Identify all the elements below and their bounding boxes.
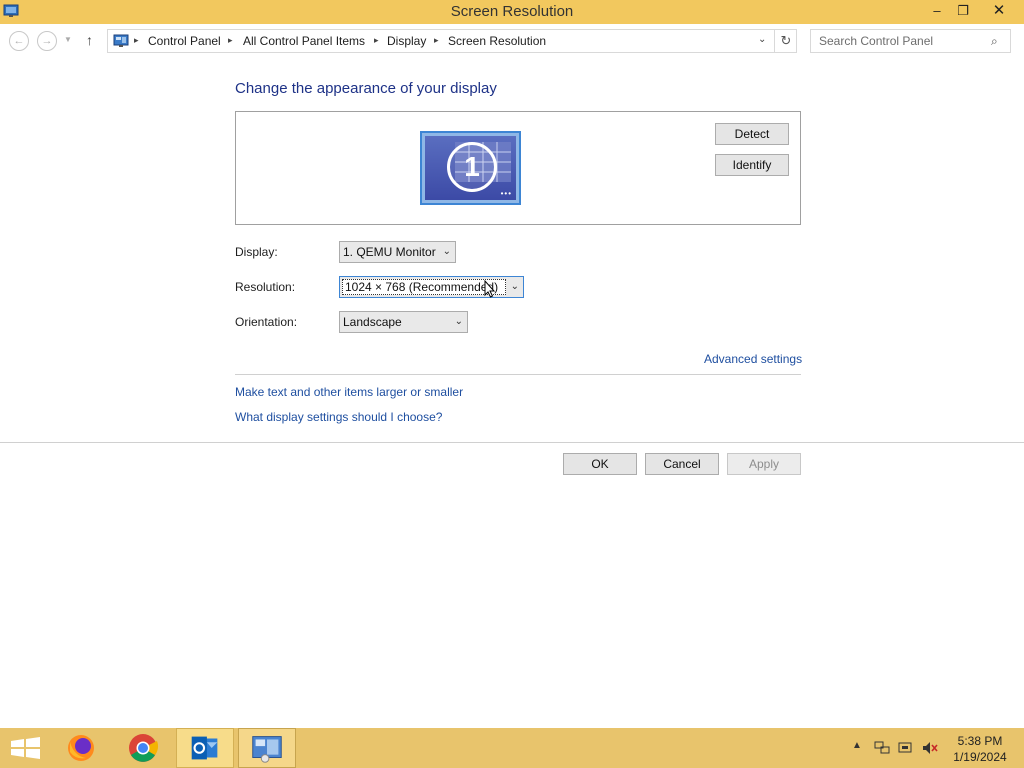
breadcrumb-separator: ▸ <box>228 35 233 45</box>
control-panel-taskbar-icon[interactable] <box>238 728 296 768</box>
resolution-select-value: 1024 × 768 (Recommended) <box>342 279 506 295</box>
breadcrumb-display[interactable]: Display <box>387 34 426 48</box>
system-clock[interactable]: 5:38 PM 1/19/2024 <box>950 733 1010 765</box>
page-title: Change the appearance of your display <box>235 80 497 97</box>
close-button[interactable]: ✕ <box>978 0 1020 22</box>
orientation-label: Orientation: <box>235 315 298 329</box>
up-button[interactable]: ↑ <box>86 32 93 48</box>
divider <box>0 442 1024 443</box>
display-settings-help-link[interactable]: What display settings should I choose? <box>235 410 442 424</box>
breadcrumb-separator: ▸ <box>134 35 139 45</box>
network-icon[interactable] <box>874 741 890 755</box>
text-size-link[interactable]: Make text and other items larger or smal… <box>235 385 463 399</box>
breadcrumb-control-panel[interactable]: Control Panel <box>148 34 221 48</box>
minimize-button[interactable]: – <box>924 0 950 22</box>
clock-date: 1/19/2024 <box>953 750 1007 764</box>
divider <box>235 374 801 375</box>
control-panel-icon <box>113 34 129 47</box>
maximize-button[interactable]: ❐ <box>950 0 976 22</box>
chevron-down-icon: ⌄ <box>510 281 519 292</box>
monitor-screen: 1 ••• <box>425 136 516 200</box>
outlook-icon[interactable] <box>176 728 234 768</box>
mouse-cursor-icon <box>484 280 496 298</box>
navigation-bar: ← → ▼ ↑ ▸ Control Panel ▸ All Control Pa… <box>0 24 1024 58</box>
back-button[interactable]: ← <box>9 31 29 51</box>
apply-button: Apply <box>727 453 801 475</box>
firefox-icon[interactable] <box>52 728 110 768</box>
refresh-button[interactable]: ↻ <box>774 30 797 52</box>
resolution-select[interactable]: 1024 × 768 (Recommended) ⌄ <box>339 276 524 298</box>
search-icon[interactable]: ⌕ <box>991 34 998 49</box>
ok-button[interactable]: OK <box>563 453 637 475</box>
search-input[interactable]: Search Control Panel <box>819 34 933 48</box>
breadcrumb-all-items[interactable]: All Control Panel Items <box>243 34 365 48</box>
breadcrumb-separator: ▸ <box>434 35 439 45</box>
resolution-label: Resolution: <box>235 280 296 294</box>
volume-muted-icon[interactable] <box>922 741 938 755</box>
display-select-value: 1. QEMU Monitor <box>343 245 436 259</box>
taskbar: ▲ 5:38 PM 1/19/2024 <box>0 728 1024 768</box>
clock-time: 5:38 PM <box>957 734 1003 748</box>
forward-button[interactable]: → <box>37 31 57 51</box>
chevron-down-icon: ⌄ <box>442 246 451 257</box>
advanced-settings-link[interactable]: Advanced settings <box>704 352 802 366</box>
action-center-flag-icon[interactable] <box>898 741 914 755</box>
cancel-button[interactable]: Cancel <box>645 453 719 475</box>
orientation-select-value: Landscape <box>343 315 402 329</box>
chrome-icon[interactable] <box>114 728 172 768</box>
breadcrumb-separator: ▸ <box>374 35 379 45</box>
detect-button[interactable]: Detect <box>715 123 789 145</box>
recent-locations-icon[interactable]: ▼ <box>64 35 72 44</box>
window-title: Screen Resolution <box>450 3 574 20</box>
monitor-dots: ••• <box>500 189 512 198</box>
windows-start-icon[interactable] <box>0 728 58 768</box>
monitor-preview-panel: 1 ••• Detect Identify <box>235 111 801 225</box>
identify-button[interactable]: Identify <box>715 154 789 176</box>
chevron-down-icon: ⌄ <box>454 316 463 327</box>
display-label: Display: <box>235 245 278 259</box>
search-box[interactable]: Search Control Panel ⌕ <box>810 29 1011 53</box>
monitor-1-icon[interactable]: 1 ••• <box>420 131 521 205</box>
display-select[interactable]: 1. QEMU Monitor ⌄ <box>339 241 456 263</box>
show-hidden-icons-button[interactable]: ▲ <box>852 740 862 768</box>
title-bar: Screen Resolution – ❐ ✕ <box>0 0 1024 24</box>
address-dropdown-icon[interactable]: ⌄ <box>758 34 766 45</box>
address-bar[interactable]: ▸ Control Panel ▸ All Control Panel Item… <box>107 29 797 53</box>
orientation-select[interactable]: Landscape ⌄ <box>339 311 468 333</box>
monitor-number: 1 <box>447 142 497 192</box>
breadcrumb-screen-resolution[interactable]: Screen Resolution <box>448 34 546 48</box>
